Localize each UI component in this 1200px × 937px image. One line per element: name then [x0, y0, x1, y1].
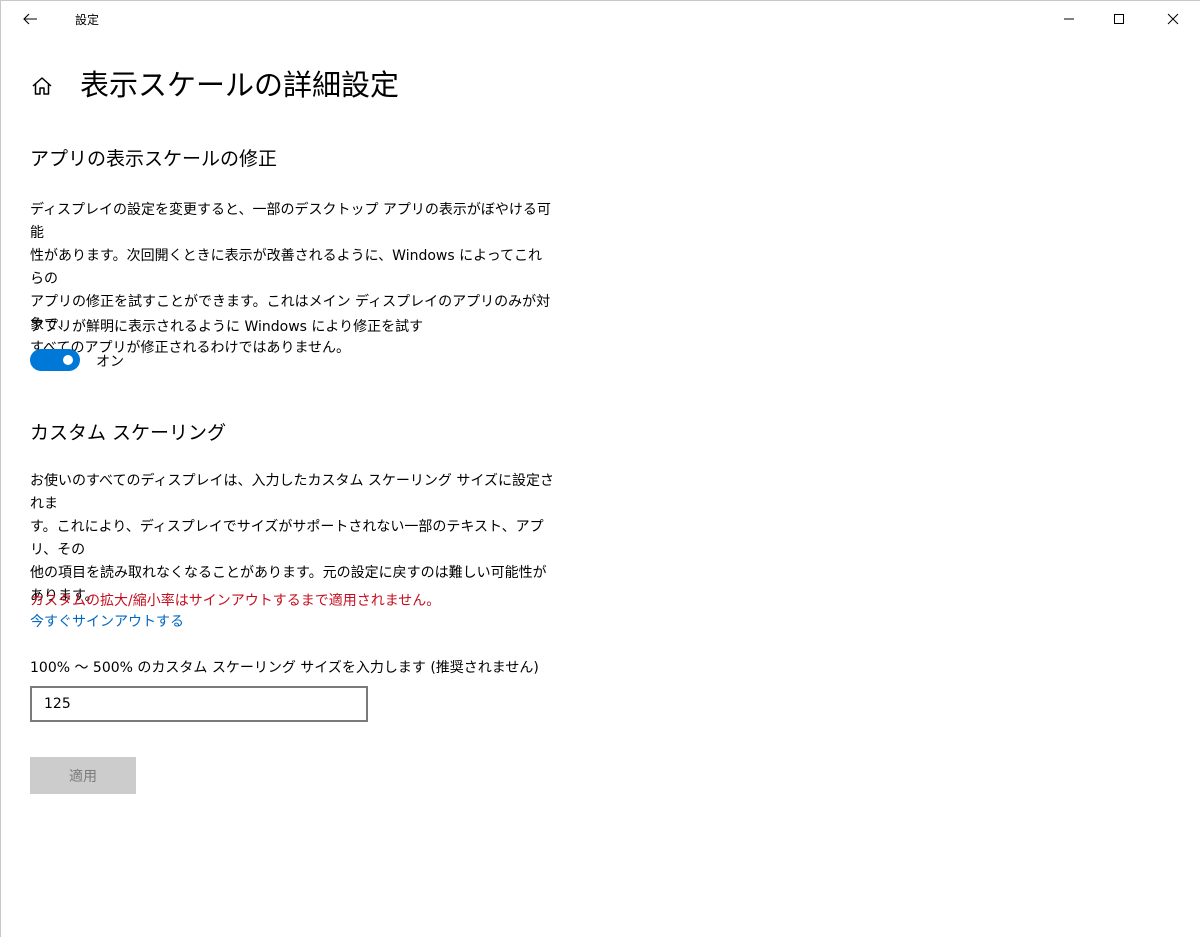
- page-title: 表示スケールの詳細設定: [80, 68, 400, 102]
- custom-scaling-description: お使いのすべてのディスプレイは、入力したカスタム スケーリング サイズに設定され…: [30, 470, 555, 608]
- fix-scaling-heading: アプリの表示スケールの修正: [30, 148, 278, 170]
- maximize-button[interactable]: [1096, 0, 1142, 38]
- close-icon: [1167, 13, 1179, 25]
- description-line: 他の項目を読み取れなくなることがあります。元の設定に戻すのは難しい可能性が: [30, 565, 547, 581]
- back-button[interactable]: [8, 2, 52, 36]
- signout-link[interactable]: 今すぐサインアウトする: [30, 611, 184, 631]
- description-line: お使いのすべてのディスプレイは、入力したカスタム スケーリング サイズに設定され…: [30, 473, 554, 512]
- home-icon: [32, 77, 52, 95]
- description-line: ディスプレイの設定を変更すると、一部のデスクトップ アプリの表示がぼやける可能: [30, 202, 551, 241]
- home-button[interactable]: [30, 74, 54, 98]
- signout-warning: カスタムの拡大/縮小率はサインアウトするまで適用されません。: [30, 593, 441, 609]
- title-bar: 設定: [0, 0, 1200, 40]
- window-title: 設定: [75, 13, 100, 27]
- toggle-state-label: オン: [96, 354, 124, 370]
- scaling-input-label: 100% ～ 500% のカスタム スケーリング サイズを入力します (推奨され…: [30, 660, 539, 676]
- description-line: 性があります。次回開くときに表示が改善されるように、Windows によってこれ…: [30, 248, 543, 287]
- settings-window: 設定 表示スケールの詳細設定 アプリの表示スケールの修正 ディスプレイの設定を変…: [0, 0, 1200, 937]
- fix-apps-toggle[interactable]: [30, 349, 80, 371]
- maximize-icon: [1114, 14, 1124, 24]
- apply-button[interactable]: 適用: [30, 757, 136, 794]
- fix-apps-toggle-label: アプリが鮮明に表示されるように Windows により修正を試す: [30, 319, 424, 335]
- custom-scaling-input[interactable]: [30, 686, 368, 722]
- description-line: す。これにより、ディスプレイでサイズがサポートされない一部のテキスト、アプリ、そ…: [30, 519, 544, 558]
- close-button[interactable]: [1150, 0, 1196, 38]
- minimize-icon: [1064, 18, 1074, 20]
- custom-scaling-heading: カスタム スケーリング: [30, 422, 227, 444]
- minimize-button[interactable]: [1046, 0, 1092, 38]
- back-arrow-icon: [23, 13, 37, 25]
- window-border-left: [0, 0, 1, 937]
- toggle-knob: [63, 355, 73, 365]
